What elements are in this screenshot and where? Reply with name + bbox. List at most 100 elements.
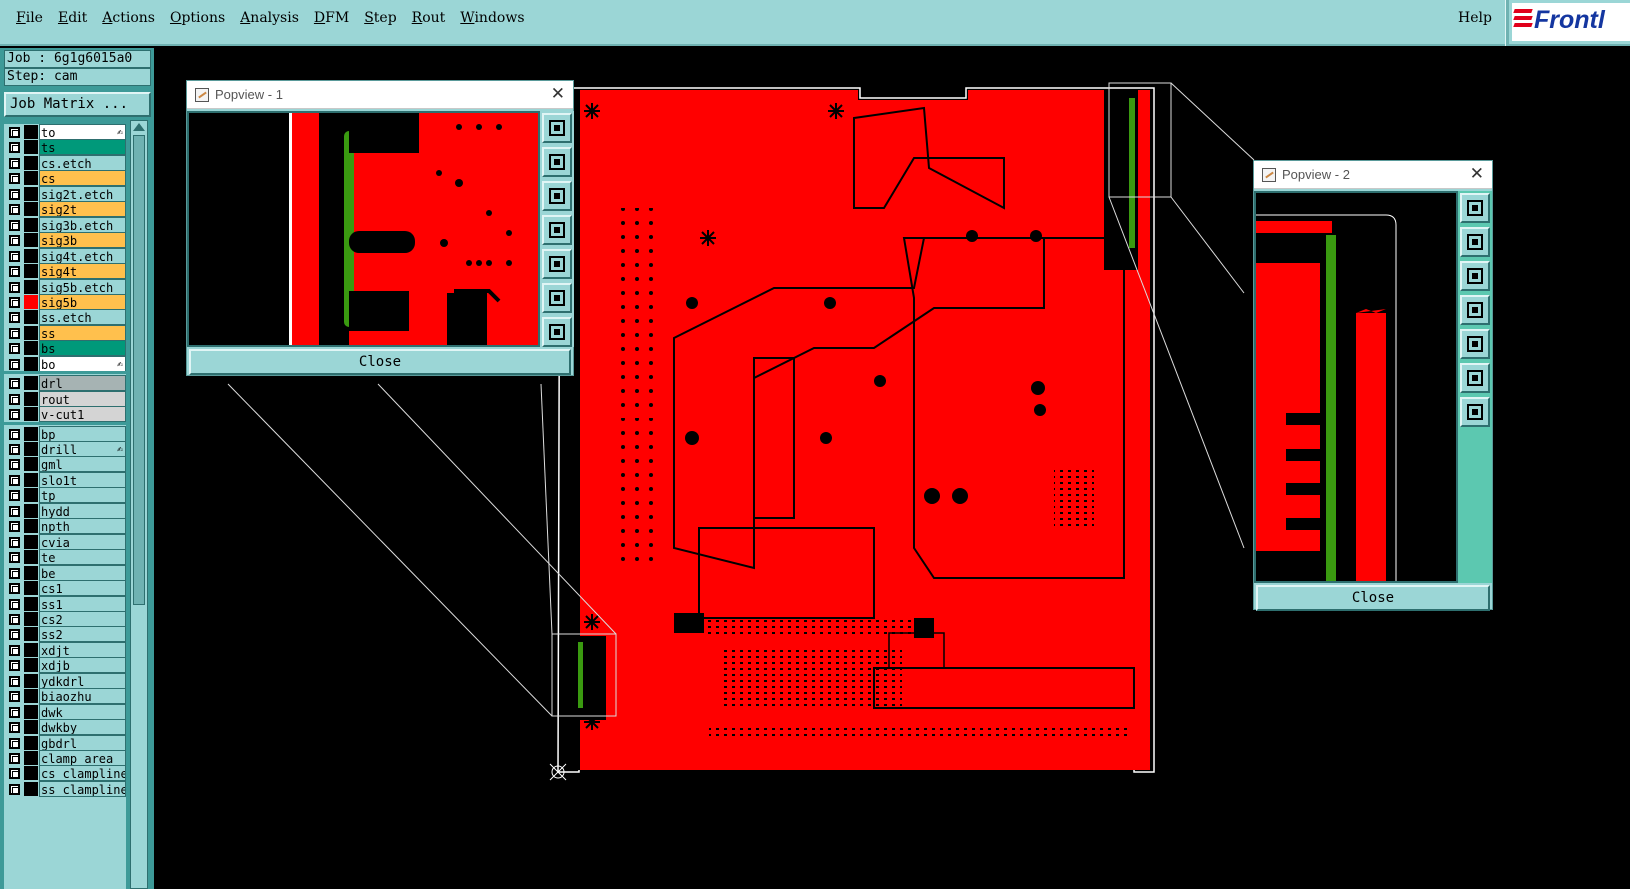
layer-display-swatch[interactable] bbox=[24, 140, 38, 155]
layer-affected-checkbox[interactable] bbox=[9, 613, 20, 625]
menu-help[interactable]: Help bbox=[1458, 10, 1492, 26]
layer-display-swatch[interactable] bbox=[24, 407, 38, 422]
layer-name[interactable]: sig5b.etch bbox=[39, 278, 126, 295]
layer-affected-checkbox[interactable] bbox=[9, 327, 20, 339]
layer-name[interactable]: sig5b bbox=[39, 293, 126, 310]
layer-row-sig5b[interactable]: sig5b bbox=[4, 293, 126, 310]
layer-display-swatch[interactable] bbox=[24, 217, 38, 232]
layer-affected-checkbox[interactable] bbox=[9, 660, 20, 672]
layer-affected-checkbox[interactable] bbox=[9, 157, 20, 169]
layer-affected-checkbox[interactable] bbox=[9, 312, 20, 324]
layer-display-swatch[interactable] bbox=[24, 565, 38, 580]
layer-name[interactable]: ts bbox=[39, 139, 126, 156]
layer-affected-checkbox[interactable] bbox=[9, 768, 20, 780]
layer-display-swatch[interactable] bbox=[24, 550, 38, 565]
layer-affected-checkbox[interactable] bbox=[9, 753, 20, 764]
layer-name[interactable]: sig2t.etch bbox=[39, 185, 126, 202]
layer-display-swatch[interactable] bbox=[24, 341, 38, 356]
layer-display-swatch[interactable] bbox=[24, 233, 38, 248]
pan-down-icon[interactable] bbox=[542, 181, 572, 211]
menu-windows[interactable]: Windows bbox=[454, 10, 530, 26]
layer-row-ss[interactable]: ss bbox=[4, 324, 126, 341]
layer-name[interactable]: sig2t bbox=[39, 201, 126, 218]
layer-name[interactable]: cs2 bbox=[39, 610, 126, 627]
layer-name[interactable]: bs bbox=[39, 340, 126, 357]
layer-name[interactable]: bp bbox=[39, 425, 126, 442]
layer-name[interactable]: bo ✍ bbox=[39, 355, 126, 372]
layer-name[interactable]: ss bbox=[39, 324, 126, 341]
layer-row-dwk[interactable]: dwk bbox=[4, 703, 126, 720]
popview-2-close-button[interactable]: Close bbox=[1256, 585, 1490, 611]
layer-row-sig5b.etch[interactable]: sig5b.etch bbox=[4, 278, 126, 295]
layer-affected-checkbox[interactable] bbox=[9, 127, 20, 138]
pan-down-icon[interactable] bbox=[1460, 261, 1490, 291]
layer-affected-checkbox[interactable] bbox=[9, 737, 20, 749]
layer-name[interactable]: drill ✍ bbox=[39, 441, 126, 457]
layer-row-to[interactable]: to ✍ bbox=[4, 124, 126, 140]
zoom-out-icon[interactable] bbox=[542, 317, 572, 347]
layer-name[interactable]: ss1 bbox=[39, 595, 126, 612]
layer-affected-checkbox[interactable] bbox=[9, 722, 20, 734]
layer-display-swatch[interactable] bbox=[24, 171, 38, 186]
zoom-in-icon[interactable] bbox=[1460, 193, 1490, 223]
layer-display-swatch[interactable] bbox=[24, 689, 38, 704]
layer-affected-checkbox[interactable] bbox=[9, 428, 20, 440]
layer-row-gbdrl[interactable]: gbdrl bbox=[4, 734, 126, 751]
menu-file[interactable]: File bbox=[10, 10, 49, 26]
layer-affected-checkbox[interactable] bbox=[9, 378, 20, 390]
layer-name[interactable]: cs_clampline bbox=[39, 765, 126, 782]
layer-affected-checkbox[interactable] bbox=[9, 173, 20, 185]
menu-dfm[interactable]: DFM bbox=[308, 10, 355, 26]
layer-display-swatch[interactable] bbox=[24, 503, 38, 518]
layer-affected-checkbox[interactable] bbox=[9, 521, 20, 533]
layer-name[interactable]: drl bbox=[39, 375, 126, 392]
layer-row-dwkby[interactable]: dwkby bbox=[4, 719, 126, 736]
pan-right-icon[interactable] bbox=[542, 249, 572, 279]
layer-display-swatch[interactable] bbox=[24, 488, 38, 503]
layer-display-swatch[interactable] bbox=[24, 519, 38, 534]
layer-row-drl[interactable]: drl bbox=[4, 375, 126, 392]
layer-affected-checkbox[interactable] bbox=[9, 505, 20, 517]
layer-row-cs1[interactable]: cs1 bbox=[4, 580, 126, 597]
layer-name[interactable]: ss_clampline bbox=[39, 780, 126, 797]
menu-options[interactable]: Options bbox=[164, 10, 231, 26]
layer-display-swatch[interactable] bbox=[24, 264, 38, 279]
layer-name[interactable]: sig4t bbox=[39, 263, 126, 280]
layer-display-swatch[interactable] bbox=[24, 279, 38, 294]
layer-affected-checkbox[interactable] bbox=[9, 343, 20, 355]
layer-affected-checkbox[interactable] bbox=[9, 490, 20, 502]
layer-name[interactable]: to ✍ bbox=[39, 124, 126, 140]
layer-affected-checkbox[interactable] bbox=[9, 219, 20, 231]
pan-up-icon[interactable] bbox=[1460, 227, 1490, 257]
layer-affected-checkbox[interactable] bbox=[9, 598, 20, 610]
job-matrix-button[interactable]: Job Matrix ... bbox=[4, 92, 151, 117]
layer-row-ss1[interactable]: ss1 bbox=[4, 595, 126, 612]
layer-row-npth[interactable]: npth bbox=[4, 518, 126, 535]
layer-affected-checkbox[interactable] bbox=[9, 188, 20, 200]
layer-affected-checkbox[interactable] bbox=[9, 281, 20, 293]
layer-affected-checkbox[interactable] bbox=[9, 691, 20, 703]
layer-display-swatch[interactable] bbox=[24, 248, 38, 263]
layer-row-cvia[interactable]: cvia bbox=[4, 533, 126, 550]
layer-row-cs.etch[interactable]: cs.etch bbox=[4, 154, 126, 171]
layer-name[interactable]: ss2 bbox=[39, 626, 126, 643]
layer-display-swatch[interactable] bbox=[24, 673, 38, 688]
layer-display-swatch[interactable] bbox=[24, 356, 38, 371]
layer-row-ss_clampline[interactable]: ss_clampline bbox=[4, 780, 126, 797]
layer-name[interactable]: slo1t bbox=[39, 471, 126, 488]
menu-actions[interactable]: Actions bbox=[96, 10, 161, 26]
layer-row-rout[interactable]: rout bbox=[4, 390, 126, 407]
layer-affected-checkbox[interactable] bbox=[9, 552, 20, 564]
zoom-out-icon[interactable] bbox=[1460, 397, 1490, 427]
close-icon[interactable]: ✕ bbox=[551, 84, 565, 104]
layer-display-swatch[interactable] bbox=[24, 391, 38, 406]
layer-display-swatch[interactable] bbox=[24, 735, 38, 750]
layer-display-swatch[interactable] bbox=[24, 472, 38, 487]
layer-name[interactable]: clamp_area bbox=[39, 750, 126, 766]
layer-row-bo[interactable]: bo ✍ bbox=[4, 355, 126, 372]
layer-row-cs2[interactable]: cs2 bbox=[4, 610, 126, 627]
layer-affected-checkbox[interactable] bbox=[9, 536, 20, 548]
layer-display-swatch[interactable] bbox=[24, 426, 38, 441]
layer-display-swatch[interactable] bbox=[24, 766, 38, 781]
layer-display-swatch[interactable] bbox=[24, 294, 38, 309]
